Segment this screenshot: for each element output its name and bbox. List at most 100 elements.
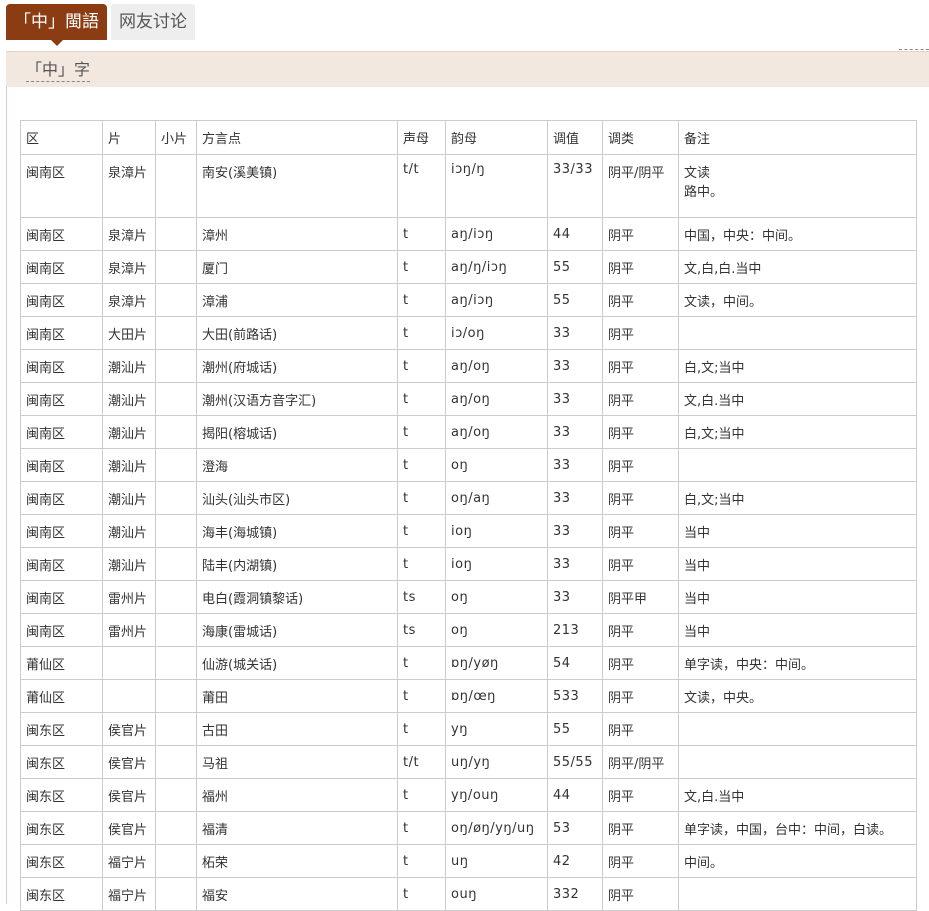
- cell-location: 汕头(汕头市区): [196, 481, 398, 515]
- cell-tone-class: 阴平: [602, 679, 679, 713]
- cell-final: oŋ/øŋ/yŋ/uŋ: [445, 811, 548, 845]
- cell-subcluster: [155, 316, 197, 350]
- cell-notes: 文,白.当中: [678, 778, 917, 812]
- cell-subcluster: [155, 514, 197, 548]
- cell-district: 莆仙区: [20, 646, 103, 680]
- cell-subcluster: [155, 481, 197, 515]
- cell-subcluster: [155, 613, 197, 647]
- cell-final: ioŋ: [445, 547, 548, 581]
- cell-initial: t: [397, 877, 446, 911]
- cell-initial: ts: [397, 613, 446, 647]
- cell-district: 闽南区: [20, 547, 103, 581]
- section-title[interactable]: 「中」字: [26, 56, 91, 82]
- cell-location: 潮州(府城话): [196, 349, 398, 383]
- tab-bar: 「中」閩語 网友讨论: [6, 4, 195, 46]
- header-divider: [899, 49, 929, 50]
- cell-tone-class: 阴平: [602, 448, 679, 482]
- cell-district: 闽南区: [20, 415, 103, 449]
- cell-tone-value: 33: [547, 382, 603, 416]
- cell-location: 海康(雷城话): [196, 613, 398, 647]
- table-row: 闽南区 泉漳片 厦门 t aŋ/ŋ/iɔŋ 55 阴平 文,白,白.当中: [20, 250, 917, 284]
- cell-cluster: 雷州片: [102, 613, 156, 647]
- cell-location: 福安: [196, 877, 398, 911]
- table-row: 闽南区 泉漳片 漳浦 t aŋ/iɔŋ 55 阴平 文读，中间。: [20, 283, 917, 317]
- cell-location: 仙游(城关话): [196, 646, 398, 680]
- cell-initial: t: [397, 382, 446, 416]
- cell-tone-class: 阴平: [602, 877, 679, 911]
- cell-tone-class: 阴平甲: [602, 580, 679, 614]
- section-header: 「中」字: [6, 49, 929, 87]
- cell-initial: t: [397, 712, 446, 746]
- cell-tone-class: 阴平: [602, 811, 679, 845]
- cell-notes: 文读 路中。: [678, 154, 917, 218]
- cell-initial: t: [397, 778, 446, 812]
- cell-tone-class: 阴平: [602, 547, 679, 581]
- cell-location: 漳州: [196, 217, 398, 251]
- cell-initial: t: [397, 547, 446, 581]
- cell-initial: t: [397, 481, 446, 515]
- table-row: 闽东区 福宁片 柘荣 t uŋ 42 阴平 中间。: [20, 844, 917, 878]
- cell-final: aŋ/oŋ: [445, 349, 548, 383]
- cell-cluster: 侯官片: [102, 778, 156, 812]
- cell-final: aŋ/iɔŋ: [445, 283, 548, 317]
- cell-tone-class: 阴平: [602, 844, 679, 878]
- cell-cluster: 潮汕片: [102, 415, 156, 449]
- cell-subcluster: [155, 811, 197, 845]
- cell-location: 陆丰(内湖镇): [196, 547, 398, 581]
- cell-subcluster: [155, 844, 197, 878]
- cell-initial: t: [397, 514, 446, 548]
- cell-notes: 白,文;当中: [678, 415, 917, 449]
- table-row: 闽东区 福宁片 福安 t ouŋ 332 阴平: [20, 877, 917, 911]
- cell-cluster: 潮汕片: [102, 481, 156, 515]
- cell-final: aŋ/iɔŋ: [445, 217, 548, 251]
- tab-min-dialect[interactable]: 「中」閩語: [6, 4, 107, 46]
- col-header-cluster: 片: [102, 120, 156, 155]
- cell-tone-class: 阴平/阴平: [602, 745, 679, 779]
- cell-initial: t: [397, 217, 446, 251]
- cell-location: 福清: [196, 811, 398, 845]
- cell-cluster: 侯官片: [102, 811, 156, 845]
- cell-initial: t: [397, 316, 446, 350]
- cell-cluster: 潮汕片: [102, 514, 156, 548]
- cell-cluster: 侯官片: [102, 745, 156, 779]
- tab-discussion[interactable]: 网友讨论: [111, 4, 195, 40]
- cell-tone-class: 阴平: [602, 382, 679, 416]
- table-row: 闽南区 泉漳片 漳州 t aŋ/iɔŋ 44 阴平 中国，中央：中间。: [20, 217, 917, 251]
- cell-tone-value: 33/33: [547, 154, 603, 218]
- cell-subcluster: [155, 349, 197, 383]
- cell-tone-class: 阴平: [602, 349, 679, 383]
- cell-notes: 文,白,白.当中: [678, 250, 917, 284]
- cell-location: 揭阳(榕城话): [196, 415, 398, 449]
- table-row: 闽东区 侯官片 古田 t yŋ 55 阴平: [20, 712, 917, 746]
- cell-initial: t: [397, 349, 446, 383]
- cell-initial: t: [397, 811, 446, 845]
- table-row: 闽东区 侯官片 福州 t yŋ/ouŋ 44 阴平 文,白.当中: [20, 778, 917, 812]
- cell-tone-class: 阴平: [602, 250, 679, 284]
- cell-subcluster: [155, 646, 197, 680]
- cell-tone-value: 42: [547, 844, 603, 878]
- table-row: 闽东区 侯官片 马祖 t/t uŋ/yŋ 55/55 阴平/阴平: [20, 745, 917, 779]
- col-header-district: 区: [20, 120, 103, 155]
- cell-tone-class: 阴平: [602, 283, 679, 317]
- cell-final: iɔŋ/ŋ: [445, 154, 548, 218]
- cell-location: 马祖: [196, 745, 398, 779]
- cell-cluster: 大田片: [102, 316, 156, 350]
- cell-tone-value: 33: [547, 448, 603, 482]
- table-row: 闽南区 雷州片 海康(雷城话) ts oŋ 213 阴平 当中: [20, 613, 917, 647]
- col-header-initial: 声母: [397, 120, 446, 155]
- cell-initial: t/t: [397, 154, 446, 218]
- cell-subcluster: [155, 778, 197, 812]
- cell-district: 闽东区: [20, 778, 103, 812]
- table-row: 闽南区 泉漳片 南安(溪美镇) t/t iɔŋ/ŋ 33/33 阴平/阴平 文读 路中。: [20, 154, 917, 218]
- cell-subcluster: [155, 547, 197, 581]
- cell-final: ɒŋ/œŋ: [445, 679, 548, 713]
- cell-notes: 单字读，中央：中间。: [678, 646, 917, 680]
- cell-district: 闽南区: [20, 514, 103, 548]
- cell-final: uŋ/yŋ: [445, 745, 548, 779]
- cell-notes: 文读，中央。: [678, 679, 917, 713]
- cell-subcluster: [155, 415, 197, 449]
- cell-initial: t: [397, 844, 446, 878]
- cell-district: 闽东区: [20, 844, 103, 878]
- cell-tone-value: 53: [547, 811, 603, 845]
- cell-notes: 白,文;当中: [678, 349, 917, 383]
